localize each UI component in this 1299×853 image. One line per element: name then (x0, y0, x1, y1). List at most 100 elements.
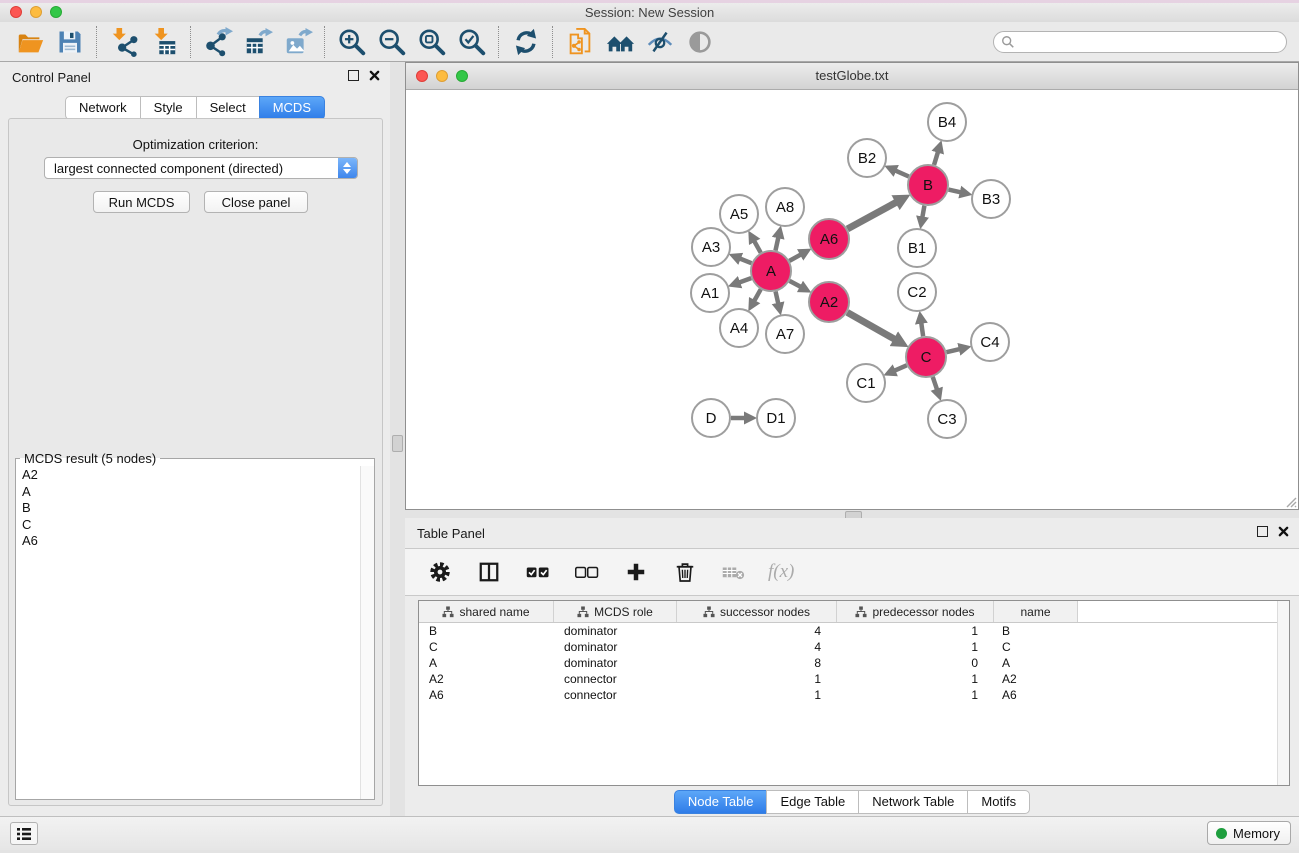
resize-grip-icon[interactable] (1285, 496, 1297, 508)
graph-edge-B-B2[interactable] (895, 171, 908, 177)
clone-network-button[interactable] (560, 25, 600, 59)
horizontal-splitter[interactable] (405, 510, 1299, 518)
table-row[interactable]: Cdominator41C (419, 639, 1289, 655)
create-column-button[interactable] (621, 556, 651, 588)
graph-node-B3[interactable]: B3 (972, 180, 1010, 218)
mcds-result-item[interactable]: B (22, 500, 360, 517)
tab-network-table[interactable]: Network Table (858, 790, 968, 814)
float-panel-icon[interactable] (1257, 526, 1268, 537)
mcds-result-item[interactable]: A (22, 484, 360, 501)
zoom-fit-button[interactable] (412, 25, 452, 59)
graph-edge-A2-C[interactable] (847, 312, 894, 339)
export-table-button[interactable] (238, 25, 278, 59)
graph-edge-A-A3[interactable] (740, 259, 752, 264)
graph-edge-C-C3[interactable] (933, 377, 937, 390)
tab-node-table[interactable]: Node Table (674, 790, 768, 814)
table-settings-button[interactable] (425, 556, 455, 588)
graph-node-C2[interactable]: C2 (898, 273, 936, 311)
graph-edge-A-A2[interactable] (790, 281, 801, 287)
graph-node-C[interactable]: C (906, 337, 946, 377)
mcds-result-item[interactable]: C (22, 517, 360, 534)
delete-table-button[interactable] (719, 556, 749, 588)
zoom-out-button[interactable] (372, 25, 412, 59)
show-column-button[interactable] (474, 556, 504, 588)
graph-edge-C-C1[interactable] (894, 365, 906, 370)
graph-edge-B-B4[interactable] (934, 152, 938, 165)
table-scrollbar[interactable] (1277, 601, 1289, 785)
graph-node-A6[interactable]: A6 (809, 219, 849, 259)
import-table-button[interactable] (144, 25, 184, 59)
tab-motifs[interactable]: Motifs (967, 790, 1030, 814)
mcds-result-list[interactable]: A2ABCA6 (16, 466, 360, 799)
tab-edge-table[interactable]: Edge Table (766, 790, 859, 814)
graph-node-A[interactable]: A (751, 251, 791, 291)
graph-edge-A6-B[interactable] (847, 202, 896, 229)
graph-edge-A-A6[interactable] (789, 254, 801, 260)
show-graphics-details-button[interactable] (680, 25, 720, 59)
tab-select[interactable]: Select (196, 96, 260, 120)
close-panel-icon[interactable] (1278, 526, 1289, 537)
graph-node-A4[interactable]: A4 (720, 309, 758, 347)
column-header-successor-nodes[interactable]: successor nodes (677, 601, 837, 622)
graph-node-B2[interactable]: B2 (848, 139, 886, 177)
column-header-shared-name[interactable]: shared name (419, 601, 554, 622)
graph-edge-A-A7[interactable] (776, 291, 779, 303)
criterion-dropdown[interactable]: largest connected component (directed) (44, 157, 358, 179)
table-row[interactable]: A6connector11A6 (419, 687, 1289, 703)
network-canvas[interactable]: B4B2BB3A8A5A6A3B1AC2A1A2A4A7C4CC1DD1C3 (406, 90, 1298, 509)
graph-node-C4[interactable]: C4 (971, 323, 1009, 361)
graph-edge-C-C2[interactable] (921, 323, 923, 336)
graph-node-B4[interactable]: B4 (928, 103, 966, 141)
tab-style[interactable]: Style (140, 96, 197, 120)
graph-node-A3[interactable]: A3 (692, 228, 730, 266)
graph-node-A7[interactable]: A7 (766, 315, 804, 353)
graph-node-C1[interactable]: C1 (847, 364, 885, 402)
table-row[interactable]: A2connector11A2 (419, 671, 1289, 687)
zoom-selected-button[interactable] (452, 25, 492, 59)
zoom-in-button[interactable] (332, 25, 372, 59)
select-all-columns-button[interactable] (523, 556, 553, 588)
vertical-splitter[interactable] (390, 62, 405, 816)
import-network-button[interactable] (104, 25, 144, 59)
mcds-result-item[interactable]: A2 (22, 467, 360, 484)
graph-edge-C-C4[interactable] (946, 349, 959, 352)
graph-node-A2[interactable]: A2 (809, 282, 849, 322)
network-graph[interactable]: B4B2BB3A8A5A6A3B1AC2A1A2A4A7C4CC1DD1C3 (406, 90, 1298, 509)
graph-node-B1[interactable]: B1 (898, 229, 936, 267)
graph-node-A5[interactable]: A5 (720, 195, 758, 233)
function-builder-button[interactable]: f(x) (768, 561, 794, 583)
memory-button[interactable]: Memory (1207, 821, 1291, 845)
graph-node-A8[interactable]: A8 (766, 188, 804, 226)
export-image-button[interactable] (278, 25, 318, 59)
column-header-predecessor-nodes[interactable]: predecessor nodes (837, 601, 994, 622)
close-panel-button[interactable]: Close panel (204, 191, 308, 213)
column-header-name[interactable]: name (994, 601, 1078, 622)
table-row[interactable]: Adominator80A (419, 655, 1289, 671)
show-task-history-button[interactable] (10, 822, 38, 845)
column-header-mcds-role[interactable]: MCDS role (554, 601, 677, 622)
result-scrollbar[interactable] (360, 466, 374, 799)
graph-edge-A-A1[interactable] (739, 278, 751, 282)
save-session-button[interactable] (50, 25, 90, 59)
graph-edge-A-A5[interactable] (754, 241, 761, 253)
close-panel-icon[interactable] (369, 70, 380, 81)
refresh-layout-button[interactable] (506, 25, 546, 59)
deselect-all-columns-button[interactable] (572, 556, 602, 588)
graph-edge-A-A8[interactable] (775, 237, 778, 250)
graph-node-D1[interactable]: D1 (757, 399, 795, 437)
run-mcds-button[interactable]: Run MCDS (93, 191, 190, 213)
delete-column-button[interactable] (670, 556, 700, 588)
graph-edge-B-B1[interactable] (922, 206, 924, 218)
graph-edge-B-B3[interactable] (948, 190, 960, 193)
tab-mcds[interactable]: MCDS (259, 96, 325, 120)
splitter-grip[interactable] (392, 435, 403, 452)
tab-network[interactable]: Network (65, 96, 141, 120)
graph-node-A1[interactable]: A1 (691, 274, 729, 312)
float-panel-icon[interactable] (348, 70, 359, 81)
graph-node-C3[interactable]: C3 (928, 400, 966, 438)
table-row[interactable]: Bdominator41B (419, 623, 1289, 639)
graph-node-D[interactable]: D (692, 399, 730, 437)
export-network-button[interactable] (198, 25, 238, 59)
home-network-view-button[interactable] (600, 25, 640, 59)
graph-edge-A-A4[interactable] (754, 289, 761, 301)
